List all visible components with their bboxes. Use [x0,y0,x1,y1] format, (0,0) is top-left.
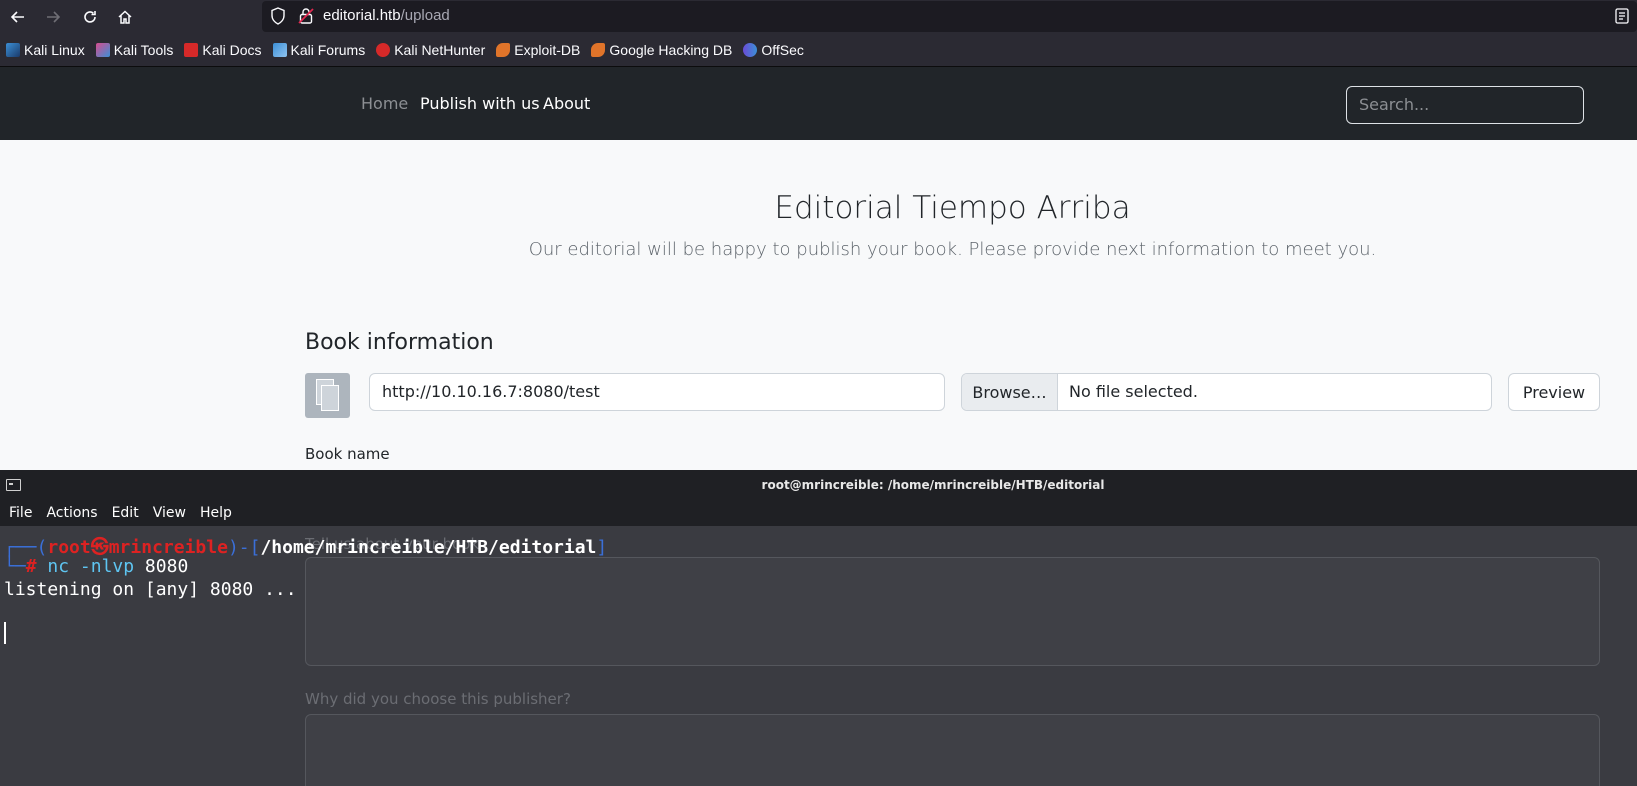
bookmark-google-hacking-db[interactable]: Google Hacking DB [591,42,732,58]
reader-view-icon[interactable] [1615,8,1629,24]
upload-page: Editorial Tiempo Arriba Our editorial wi… [0,140,1637,470]
insecure-lock-icon[interactable] [298,7,314,25]
book-cover-preview-icon [305,373,350,418]
terminal-title: root@mrincreible: /home/mrincreible/HTB/… [761,478,1105,492]
browse-button[interactable]: Browse… [962,374,1058,410]
ghdb-icon [591,42,606,57]
nav-publish-link[interactable]: Publish with us [420,94,540,113]
address-bar[interactable]: editorial.htb/upload [262,1,1637,32]
page-title: Editorial Tiempo Arriba [774,190,1131,226]
menu-actions[interactable]: Actions [46,505,97,521]
bookmark-kali-linux[interactable]: Kali Linux [6,42,85,58]
kali-dragon-icon [6,42,20,57]
terminal-body[interactable]: Tell us about your book Why did you choo… [0,526,1637,786]
nethunter-icon [376,42,391,57]
terminal-menubar: File Actions Edit View Help [0,500,1637,526]
nav-home-link[interactable]: Home [361,94,408,113]
terminal-window: root@mrincreible: /home/mrincreible/HTB/… [0,470,1637,786]
terminal-cursor [4,622,6,644]
back-icon[interactable] [5,4,31,30]
page-subtitle: Our editorial will be happy to publish y… [528,239,1377,260]
why-publisher-label: Why did you choose this publisher? [305,690,571,708]
menu-view[interactable]: View [153,505,186,521]
cover-file-input[interactable]: Browse… No file selected. [961,373,1492,411]
menu-file[interactable]: File [9,505,32,521]
bookmark-kali-forums[interactable]: Kali Forums [272,42,365,58]
shield-icon[interactable] [270,7,286,25]
command-output: listening on [any] 8080 ... [4,579,297,600]
book-name-label: Book name [305,445,390,463]
bookmark-kali-tools[interactable]: Kali Tools [95,42,173,58]
kali-docs-icon [184,42,199,57]
home-icon[interactable] [112,4,138,30]
menu-edit[interactable]: Edit [112,505,139,521]
bookmark-exploit-db[interactable]: Exploit-DB [496,42,580,58]
book-information-heading: Book information [305,330,494,355]
bookmarks-bar: Kali Linux Kali Tools Kali Docs Kali For… [0,33,1637,67]
terminal-titlebar[interactable]: root@mrincreible: /home/mrincreible/HTB/… [0,470,1637,500]
site-navbar: Home Publish with us About Search... [0,67,1637,140]
bookmark-offsec[interactable]: OffSec [743,42,804,58]
file-status-text: No file selected. [1069,382,1198,401]
site-search-input[interactable]: Search... [1346,86,1584,124]
menu-help[interactable]: Help [200,505,232,521]
exploit-db-icon [496,42,511,57]
command-line: └─# nc -nlvp 8080 [4,556,189,577]
forward-icon[interactable] [40,4,66,30]
bookmark-kali-nethunter[interactable]: Kali NetHunter [376,42,485,58]
why-publisher-textarea[interactable] [305,714,1600,786]
bookmark-kali-docs[interactable]: Kali Docs [184,42,262,58]
browser-toolbar: editorial.htb/upload [0,0,1637,33]
cover-url-input[interactable]: http://10.10.16.7:8080/test [369,373,945,411]
nav-about-link[interactable]: About [543,94,590,113]
url-text: editorial.htb/upload [323,7,450,24]
reload-icon[interactable] [77,4,103,30]
about-book-textarea[interactable] [305,557,1600,666]
offsec-icon [743,42,758,57]
kali-tools-icon [95,42,110,57]
kali-forums-icon [272,42,287,57]
preview-button[interactable]: Preview [1508,373,1600,411]
